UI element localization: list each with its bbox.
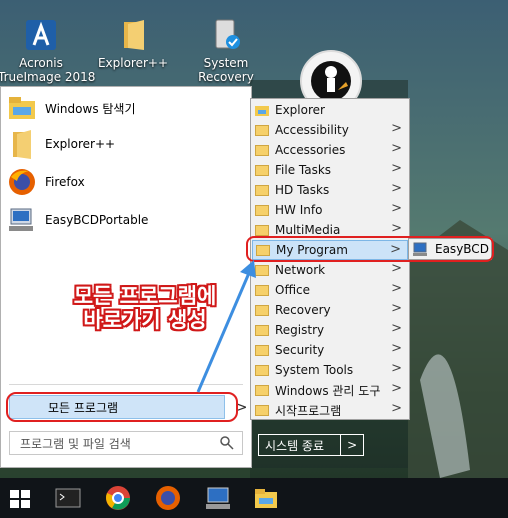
folder-icon [116, 18, 150, 52]
menu-item-label: Accessibility [275, 123, 349, 137]
submenu-my-program: EasyBCD [408, 238, 492, 260]
folder-icon[interactable] [252, 484, 280, 512]
windows-start-icon[interactable] [6, 484, 34, 512]
pinned-item-firefox[interactable]: Firefox [7, 165, 245, 199]
pinned-item-explorerpp[interactable]: Explorer++ [7, 127, 245, 161]
taskbar [0, 478, 508, 518]
folder-icon [255, 164, 269, 176]
menu-item-label: HD Tasks [275, 183, 330, 197]
menu-item-multimedia[interactable]: MultiMedia > [252, 220, 408, 240]
chevron-right-icon: > [391, 341, 402, 356]
menu-item-label: Explorer [275, 103, 325, 117]
chevron-right-icon: > [391, 181, 402, 196]
folder-icon [255, 204, 269, 216]
acronis-icon [24, 18, 58, 52]
chrome-icon[interactable] [104, 484, 132, 512]
easybcd-icon [413, 242, 427, 256]
folder-icon [255, 404, 269, 416]
desktop-icon-explorerpp[interactable]: Explorer++ [90, 18, 176, 70]
terminal-icon[interactable] [54, 484, 82, 512]
menu-item-label: Security [275, 343, 325, 357]
folder-icon [255, 124, 269, 136]
menu-item-label: Windows 관리 도구 [275, 383, 381, 398]
pinned-item-label: Windows 탐색기 [45, 101, 136, 116]
menu-item-office[interactable]: Office > [252, 280, 408, 300]
menu-item-security[interactable]: Security > [252, 340, 408, 360]
chevron-right-icon: > [235, 398, 248, 416]
annotation-arrow [196, 260, 256, 393]
menu-item-label: HW Info [275, 203, 323, 217]
folder-icon [255, 184, 269, 196]
desktop-icon-system-recovery[interactable]: System Recovery [183, 18, 269, 84]
firefox-icon[interactable] [154, 484, 182, 512]
chevron-right-icon: > [391, 321, 402, 336]
search-placeholder: 프로그램 및 파일 검색 [20, 436, 131, 451]
pinned-item-label: Firefox [45, 175, 85, 189]
search-input[interactable]: 프로그램 및 파일 검색 [9, 431, 243, 455]
chevron-right-icon: > [391, 281, 402, 296]
menu-item-label: Office [275, 283, 311, 297]
menu-item-explorer[interactable]: Explorer [252, 100, 408, 120]
menu-item-startup[interactable]: 시작프로그램 > [252, 400, 408, 420]
chevron-right-icon: > [391, 261, 402, 276]
chevron-right-icon: > [391, 141, 402, 156]
menu-item-system-tools[interactable]: System Tools > [252, 360, 408, 380]
menu-item-windows-admin-tools[interactable]: Windows 관리 도구 > [252, 380, 408, 400]
system-recovery-icon [209, 18, 243, 52]
chevron-right-icon: > [391, 361, 402, 376]
menu-item-label: Accessories [275, 143, 346, 157]
menu-item-label: Recovery [275, 303, 331, 317]
chevron-right-icon: > [391, 401, 402, 416]
menu-item-registry[interactable]: Registry > [252, 320, 408, 340]
menu-item-hw-info[interactable]: HW Info > [252, 200, 408, 220]
file-explorer-icon [9, 97, 35, 119]
chevron-right-icon: > [391, 381, 402, 396]
menu-item-label: System Tools [275, 363, 354, 377]
desktop-icon-acronis[interactable]: Acronis TrueImage 2018 [0, 18, 96, 84]
pinned-item-windows-explorer[interactable]: Windows 탐색기 [7, 91, 245, 125]
shutdown-button[interactable]: 시스템 종료 > [258, 434, 364, 456]
shutdown-options-button[interactable]: > [340, 435, 363, 455]
menu-item-label: Network [275, 263, 326, 277]
menu-item-network[interactable]: Network > [252, 260, 408, 280]
all-programs-label: 모든 프로그램 [48, 400, 119, 415]
shutdown-label: 시스템 종료 [265, 438, 325, 453]
menu-item-accessibility[interactable]: Accessibility > [252, 120, 408, 140]
pinned-item-label: EasyBCDPortable [45, 213, 149, 227]
desktop-icon-label: Explorer++ [97, 56, 169, 70]
desktop-icon-label: Acronis TrueImage 2018 [0, 56, 96, 84]
menu-item-my-program[interactable]: My Program > [252, 240, 408, 260]
chevron-right-icon: > [391, 161, 402, 176]
chevron-right-icon: > [391, 121, 402, 136]
menu-item-file-tasks[interactable]: File Tasks > [252, 160, 408, 180]
pinned-item-easybcd[interactable]: EasyBCDPortable [7, 203, 245, 237]
menu-item-label: File Tasks [275, 163, 332, 177]
search-icon [220, 436, 234, 450]
chevron-right-icon: > [391, 301, 402, 316]
menu-item-hd-tasks[interactable]: HD Tasks > [252, 180, 408, 200]
easybcd-icon [9, 208, 33, 231]
firefox-icon [9, 169, 35, 195]
chevron-right-icon: > [391, 221, 402, 236]
menu-item-label: My Program [276, 243, 348, 257]
folder-icon [255, 224, 269, 236]
file-explorer-icon [255, 106, 269, 116]
desktop: Acronis TrueImage 2018 Explorer++ System… [0, 0, 508, 518]
programs-menu: Explorer Accessibility > Accessories > Fil… [250, 98, 410, 420]
menu-item-accessories[interactable]: Accessories > [252, 140, 408, 160]
menu-item-recovery[interactable]: Recovery > [252, 300, 408, 320]
submenu-item-easybcd[interactable]: EasyBCD [435, 242, 489, 256]
folder-icon [13, 130, 31, 159]
menu-item-label: Registry [275, 323, 325, 337]
pinned-item-label: Explorer++ [45, 137, 116, 151]
chevron-right-icon: > [390, 242, 401, 257]
menu-item-label: MultiMedia [275, 223, 341, 237]
menu-item-label: 시작프로그램 [275, 403, 342, 418]
folder-icon [255, 144, 269, 156]
chevron-right-icon: > [391, 201, 402, 216]
easybcd-icon[interactable] [204, 484, 232, 512]
